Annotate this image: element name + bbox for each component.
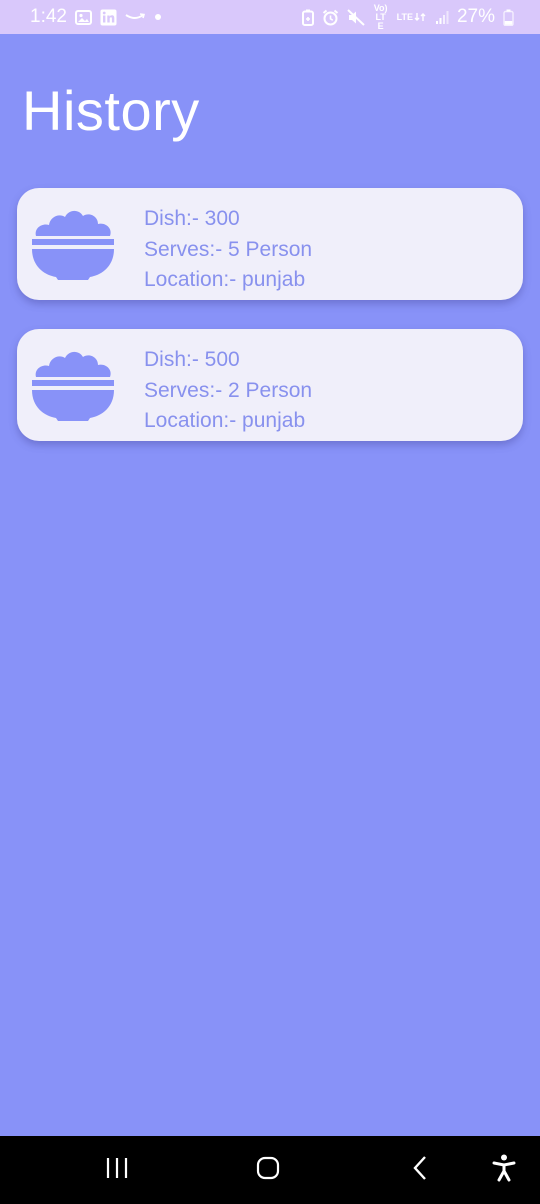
card-details: Dish:- 300 Serves:- 5 Person Location:- … <box>144 204 312 296</box>
alarm-icon <box>322 9 339 26</box>
navigation-bar <box>0 1136 540 1204</box>
history-card[interactable]: Dish:- 300 Serves:- 5 Person Location:- … <box>17 188 523 300</box>
battery-percent: 27% <box>456 6 495 27</box>
location-label: Location:- punjab <box>144 409 306 432</box>
dot-icon <box>153 12 163 22</box>
location-label: Location:- punjab <box>144 268 306 291</box>
dish-label: Dish:- 500 <box>144 348 240 371</box>
image-icon <box>74 9 92 25</box>
page-title: History <box>22 79 200 142</box>
amazon-icon <box>125 12 145 22</box>
dish-label: Dish:- 300 <box>144 207 240 230</box>
recents-button[interactable] <box>87 1136 147 1204</box>
serves-label: Serves:- 5 Person <box>144 237 313 261</box>
mute-icon <box>346 8 365 26</box>
main-content: History Dish:- 300 Serves:- 5 Person Loc… <box>0 34 540 1136</box>
history-card[interactable]: Dish:- 500 Serves:- 2 Person Location:- … <box>17 329 523 441</box>
battery-icon <box>503 9 514 26</box>
battery-saver-icon <box>301 9 314 26</box>
signal-icon <box>435 10 449 25</box>
volte-label: Vo) LTE <box>373 2 388 31</box>
status-bar: 1:42 Vo) LTE LTE 27% <box>0 0 540 34</box>
bowl-icon <box>30 347 116 423</box>
home-button[interactable] <box>238 1136 298 1204</box>
status-bar-right: Vo) LTE LTE 27% <box>301 2 514 31</box>
volte-icon: Vo) LTE <box>373 2 389 31</box>
back-button[interactable] <box>390 1136 450 1204</box>
serves-label: Serves:- 2 Person <box>144 378 313 402</box>
accessibility-icon <box>492 1154 516 1187</box>
linkedin-icon <box>100 9 117 26</box>
bowl-icon <box>30 206 116 282</box>
status-time: 1:42 <box>30 6 67 27</box>
lte-label: LTE <box>396 11 413 22</box>
status-bar-left: 1:42 <box>30 6 163 28</box>
back-icon <box>412 1155 428 1186</box>
card-details: Dish:- 500 Serves:- 2 Person Location:- … <box>144 345 312 437</box>
recents-icon <box>105 1157 129 1184</box>
lte-icon: LTE <box>396 11 427 22</box>
home-icon <box>256 1156 280 1185</box>
accessibility-button[interactable] <box>474 1136 534 1204</box>
